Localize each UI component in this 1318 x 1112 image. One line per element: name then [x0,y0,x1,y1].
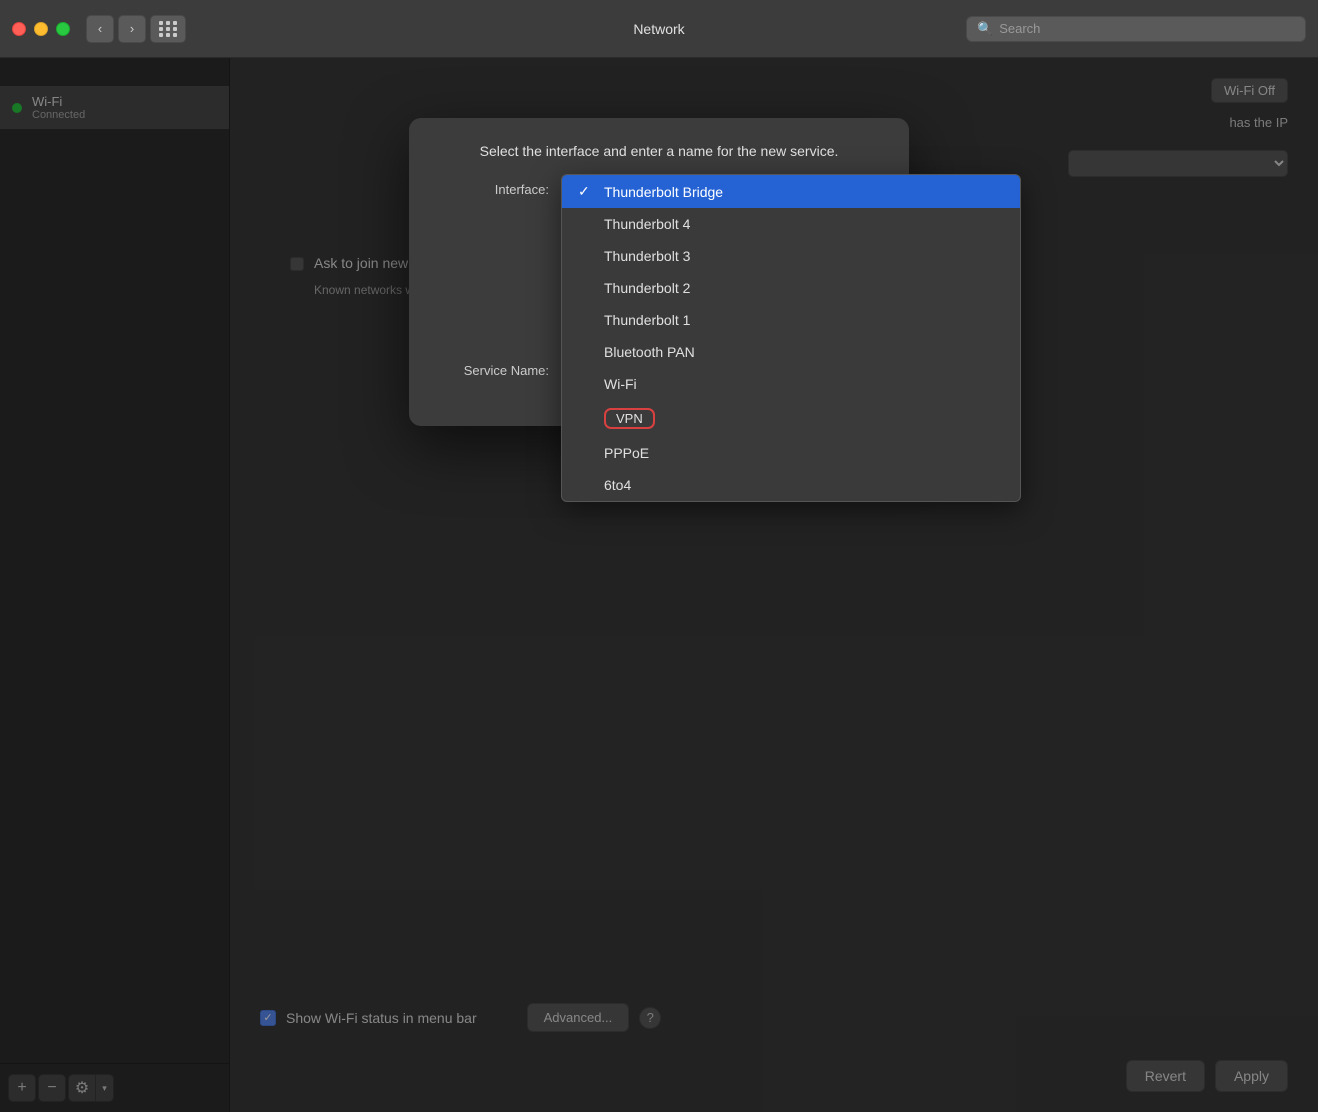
dropdown-item-thunderbolt-3[interactable]: Thunderbolt 3 [562,240,1020,272]
back-button[interactable]: ‹ [86,15,114,43]
dropdown-item-label: Thunderbolt 1 [604,312,690,328]
spacer [578,312,594,328]
dropdown-item-label: PPPoE [604,445,649,461]
dropdown-item-thunderbolt-bridge[interactable]: ✓ Thunderbolt Bridge [562,175,1020,208]
spacer [578,280,594,296]
spacer [578,216,594,232]
main-content: Wi-Fi Connected + − ⚙ ▾ [0,58,1318,1112]
close-button[interactable] [12,22,26,36]
interface-row: Interface: ✓ Thunderbolt Bridge Thunderb… [439,182,879,197]
service-name-label: Service Name: [439,363,549,378]
dropdown-item-label: Bluetooth PAN [604,344,695,360]
dialog-overlay: Select the interface and enter a name fo… [0,58,1318,1112]
dropdown-item-thunderbolt-4[interactable]: Thunderbolt 4 [562,208,1020,240]
maximize-button[interactable] [56,22,70,36]
window-title: Network [633,21,684,37]
dialog-title: Select the interface and enter a name fo… [439,142,879,162]
dropdown-item-6to4[interactable]: 6to4 [562,469,1020,501]
spacer [578,376,594,392]
dropdown-item-label: 6to4 [604,477,631,493]
forward-button[interactable]: › [118,15,146,43]
dropdown-item-label: Wi-Fi [604,376,637,392]
search-input[interactable] [999,21,1295,36]
spacer [578,445,594,461]
titlebar: ‹ › Network 🔍 [0,0,1318,58]
dropdown-item-thunderbolt-1[interactable]: Thunderbolt 1 [562,304,1020,336]
dropdown-item-label: Thunderbolt 2 [604,280,690,296]
dropdown-item-pppoe[interactable]: PPPoE [562,437,1020,469]
minimize-button[interactable] [34,22,48,36]
spacer [578,411,594,427]
interface-label: Interface: [439,182,549,197]
dropdown-item-label: Thunderbolt Bridge [604,184,723,200]
dropdown-item-vpn[interactable]: VPN [562,400,1020,437]
new-service-dialog: Select the interface and enter a name fo… [409,118,909,426]
search-bar[interactable]: 🔍 [966,16,1306,42]
dropdown-item-label: Thunderbolt 4 [604,216,690,232]
checkmark-icon: ✓ [578,183,594,200]
spacer [578,248,594,264]
traffic-lights [12,22,70,36]
vpn-circle-label: VPN [604,408,655,429]
grid-icon [159,21,178,37]
forward-icon: › [130,21,134,36]
grid-button[interactable] [150,15,186,43]
spacer [578,344,594,360]
interface-dropdown-menu: ✓ Thunderbolt Bridge Thunderbolt 4 Thund… [561,174,1021,502]
search-icon: 🔍 [977,21,993,37]
dropdown-item-thunderbolt-2[interactable]: Thunderbolt 2 [562,272,1020,304]
dropdown-item-wifi[interactable]: Wi-Fi [562,368,1020,400]
dropdown-item-bluetooth-pan[interactable]: Bluetooth PAN [562,336,1020,368]
nav-buttons: ‹ › [86,15,146,43]
dropdown-item-label: Thunderbolt 3 [604,248,690,264]
spacer [578,477,594,493]
back-icon: ‹ [98,21,102,36]
right-panel: Wi-Fi Off has the IP network otspots Ask… [230,58,1318,1112]
